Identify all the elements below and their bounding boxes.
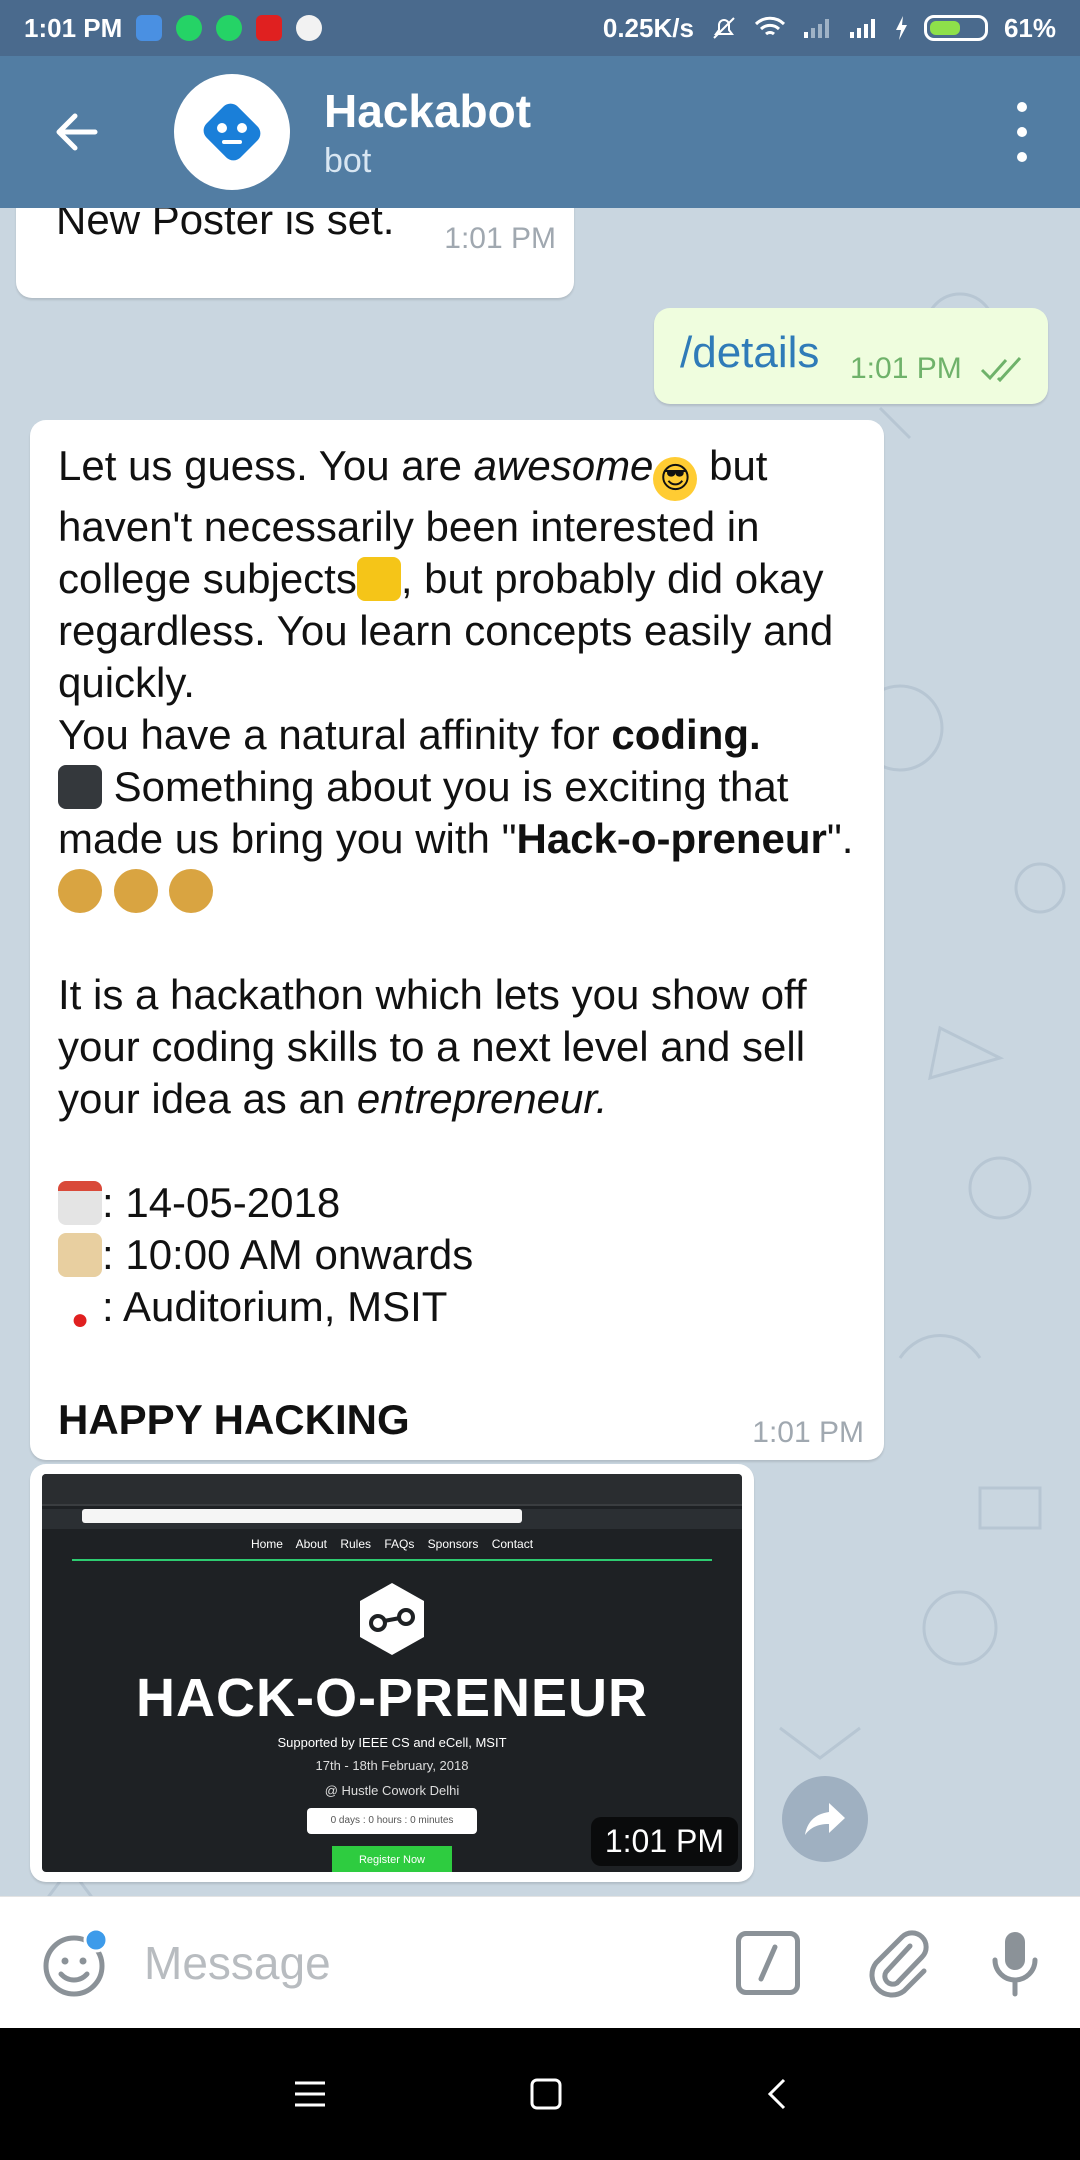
status-time: 1:01 PM xyxy=(24,12,123,43)
money-bag-emoji-icon xyxy=(113,869,158,913)
laptop-emoji-icon xyxy=(58,765,102,809)
attach-button[interactable] xyxy=(864,1928,934,1998)
share-button[interactable] xyxy=(782,1776,868,1862)
net-speed: 0.25K/s xyxy=(602,12,694,43)
bot-avatar[interactable] xyxy=(174,74,290,190)
more-options-button[interactable] xyxy=(1014,102,1030,162)
bot-command-button[interactable] xyxy=(736,1930,800,1995)
poster-title: HACK-O-PRENEUR xyxy=(136,1668,648,1728)
chat-header: Hackabot bot xyxy=(0,56,1080,208)
message-incoming[interactable]: New Poster is set. 1:01 PM xyxy=(16,208,574,298)
message-outgoing[interactable]: /details 1:01 PM xyxy=(654,308,1048,404)
back-button[interactable] xyxy=(46,102,106,162)
message-details[interactable]: Let us guess. You are awesome 😎 but haven… xyxy=(30,420,884,1460)
signal-icon-2 xyxy=(849,19,875,38)
message-time: 1:01 PM xyxy=(444,222,556,255)
emoji-button[interactable] xyxy=(40,1927,110,1998)
sunglasses-emoji-icon: 😎 xyxy=(653,457,698,501)
chat-title-block[interactable]: Hackabot bot xyxy=(324,84,531,181)
status-bar: 1:01 PM 0.25K/s 61% xyxy=(0,0,1080,56)
double-check-icon xyxy=(980,356,1022,382)
message-text: New Poster is set. xyxy=(56,208,395,243)
message-image[interactable]: Home About Rules FAQs Sponsors Contact H… xyxy=(30,1464,754,1882)
voice-message-button[interactable] xyxy=(990,1928,1040,1998)
hourglass-emoji-icon xyxy=(58,1233,102,1277)
home-icon[interactable] xyxy=(528,2076,564,2112)
signal-icon xyxy=(803,19,829,38)
poster-venue: @ Hustle Cowork Delhi xyxy=(324,1783,460,1798)
command-link[interactable]: /details xyxy=(680,328,819,378)
mic-icon xyxy=(992,1931,1038,1996)
money-bag-emoji-icon xyxy=(169,869,214,913)
slash-command-icon xyxy=(758,1944,778,1981)
whatsapp-icon-2 xyxy=(216,15,243,41)
chat-subtitle: bot xyxy=(324,141,372,180)
hackopreneur-logo-icon xyxy=(360,1583,424,1655)
message-time: 1:01 PM xyxy=(752,1416,864,1449)
battery-percent: 61% xyxy=(1003,12,1056,43)
message-input[interactable]: Message xyxy=(144,1936,331,1990)
nav-back-icon[interactable] xyxy=(764,2076,788,2112)
battery-icon xyxy=(923,15,988,41)
whatsapp-icon xyxy=(176,15,203,41)
poster-timer: 0 days : 0 hours : 0 minutes xyxy=(307,1808,477,1834)
music-icon xyxy=(256,15,283,41)
back-arrow-icon xyxy=(56,113,98,151)
play-icon xyxy=(296,15,323,41)
message-time: 1:01 PM xyxy=(850,352,962,385)
attach-icon xyxy=(869,1929,929,1997)
money-bag-emoji-icon xyxy=(58,869,102,913)
emoji-icon xyxy=(43,1927,109,1996)
share-icon xyxy=(805,1803,845,1835)
more-vert-icon xyxy=(1017,102,1027,112)
poster-image[interactable]: Home About Rules FAQs Sponsors Contact H… xyxy=(42,1474,742,1872)
browser-chrome xyxy=(42,1474,742,1506)
notebook-emoji-icon xyxy=(356,557,401,601)
chat-area[interactable]: New Poster is set. 1:01 PM /details 1:01… xyxy=(0,208,1080,1896)
charging-icon xyxy=(895,16,907,40)
mute-icon xyxy=(713,17,735,39)
poster-register-button: Register Now xyxy=(332,1846,452,1872)
system-nav-bar xyxy=(0,2028,1080,2160)
usb-icon xyxy=(136,15,163,41)
wifi-icon xyxy=(754,16,786,36)
details-text: Let us guess. You are awesome 😎 but haven… xyxy=(58,442,854,1443)
poster-supported: Supported by IEEE CS and eCell, MSIT xyxy=(277,1735,507,1750)
chat-title: Hackabot xyxy=(324,84,532,137)
calendar-emoji-icon xyxy=(58,1181,102,1225)
message-input-bar: Message xyxy=(0,1896,1080,2028)
browser-address-bar xyxy=(42,1509,742,1529)
message-time: 1:01 PM xyxy=(590,1817,738,1866)
poster-dates: 17th - 18th February, 2018 xyxy=(315,1758,469,1773)
poster-nav: Home About Rules FAQs Sponsors Contact xyxy=(250,1537,534,1551)
pushpin-emoji-icon: ● xyxy=(70,1303,90,1336)
menu-icon[interactable] xyxy=(292,2079,328,2109)
bot-avatar-icon xyxy=(203,103,261,161)
